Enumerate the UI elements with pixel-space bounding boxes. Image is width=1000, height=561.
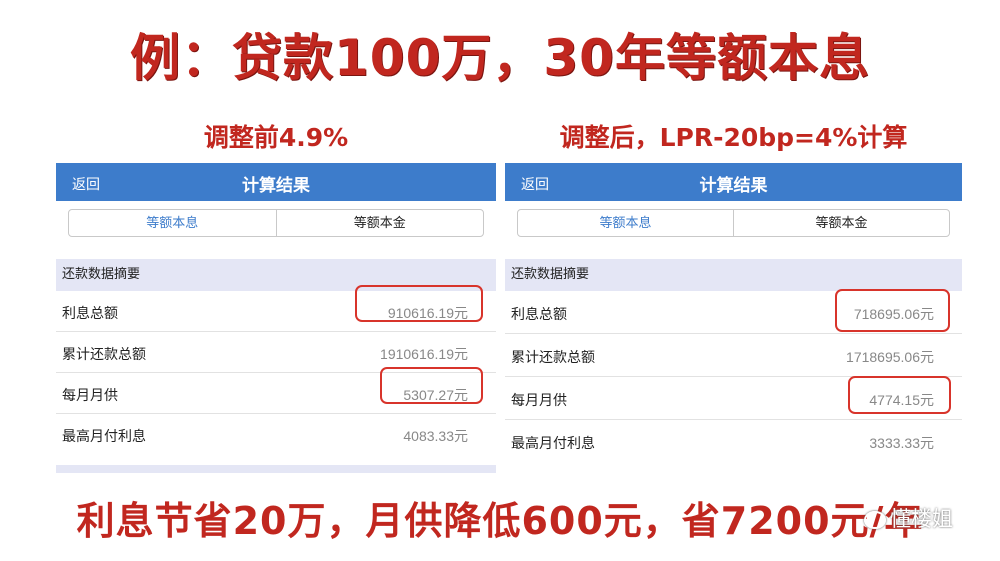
tab-bar: 等额本息 等额本金: [56, 201, 496, 259]
tab-equal-installment[interactable]: 等额本息: [69, 210, 277, 236]
result-header-title: 计算结果: [242, 176, 310, 196]
result-header-bar: 返回 计算结果: [505, 163, 962, 201]
row-label: 累计还款总额: [62, 347, 146, 363]
summary-heading: 还款数据摘要: [505, 259, 962, 291]
tab-bar: 等额本息 等额本金: [505, 201, 962, 259]
headline: 例：贷款100万，30年等额本息: [130, 29, 870, 87]
row-label: 累计还款总额: [511, 350, 595, 366]
row-total-repayment: 累计还款总额 1718695.06元: [505, 334, 962, 377]
wechat-icon: [864, 511, 886, 529]
panel-title-before: 调整前4.9%: [203, 123, 349, 152]
row-label: 最高月付利息: [511, 436, 595, 452]
row-label: 利息总额: [511, 307, 567, 323]
footer-summary: 利息节省20万，月供降低600元，省7200元/年: [76, 499, 924, 543]
highlight-box: [355, 285, 483, 322]
panel-title-after: 调整后，LPR-20bp=4%计算: [559, 123, 908, 152]
highlight-box: [835, 289, 950, 332]
tab-equal-principal[interactable]: 等额本金: [277, 210, 484, 236]
result-header-bar: 返回 计算结果: [56, 163, 496, 201]
row-value: 3333.33元: [869, 435, 934, 451]
row-max-monthly-interest: 最高月付利息 3333.33元: [505, 420, 962, 463]
watermark: 懂楼姐: [864, 503, 953, 533]
highlight-box: [380, 367, 483, 404]
row-value: 1718695.06元: [846, 349, 934, 365]
row-max-monthly-interest: 最高月付利息 4083.33元: [56, 414, 496, 455]
bottom-strip: [56, 465, 496, 473]
tab-equal-principal[interactable]: 等额本金: [734, 210, 949, 236]
row-label: 每月月供: [62, 388, 118, 404]
highlight-box: [848, 376, 951, 414]
row-label: 最高月付利息: [62, 429, 146, 445]
watermark-text: 懂楼姐: [890, 507, 953, 531]
result-header-title: 计算结果: [699, 176, 768, 196]
row-value: 1910616.19元: [380, 346, 468, 362]
row-label: 利息总额: [62, 306, 118, 322]
row-value: 4083.33元: [403, 428, 468, 444]
tab-equal-installment[interactable]: 等额本息: [518, 210, 734, 236]
row-label: 每月月供: [511, 393, 567, 409]
